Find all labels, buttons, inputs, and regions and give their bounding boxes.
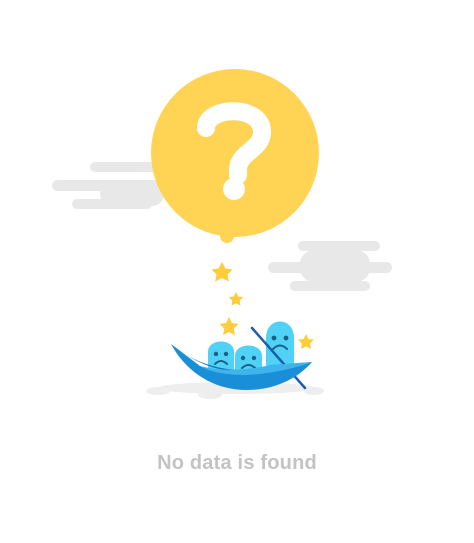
cloud-icon: [268, 241, 392, 291]
star-icon: [211, 262, 233, 282]
star-icon: [219, 317, 239, 335]
boat-icon: [171, 321, 312, 390]
question-mark-bubble-icon: [151, 69, 319, 243]
sad-character: [208, 341, 234, 372]
empty-state-message: No data is found: [157, 452, 317, 474]
star-icon: [228, 292, 244, 306]
star-icon: [298, 334, 314, 349]
empty-state-page: No data is found: [0, 0, 474, 543]
